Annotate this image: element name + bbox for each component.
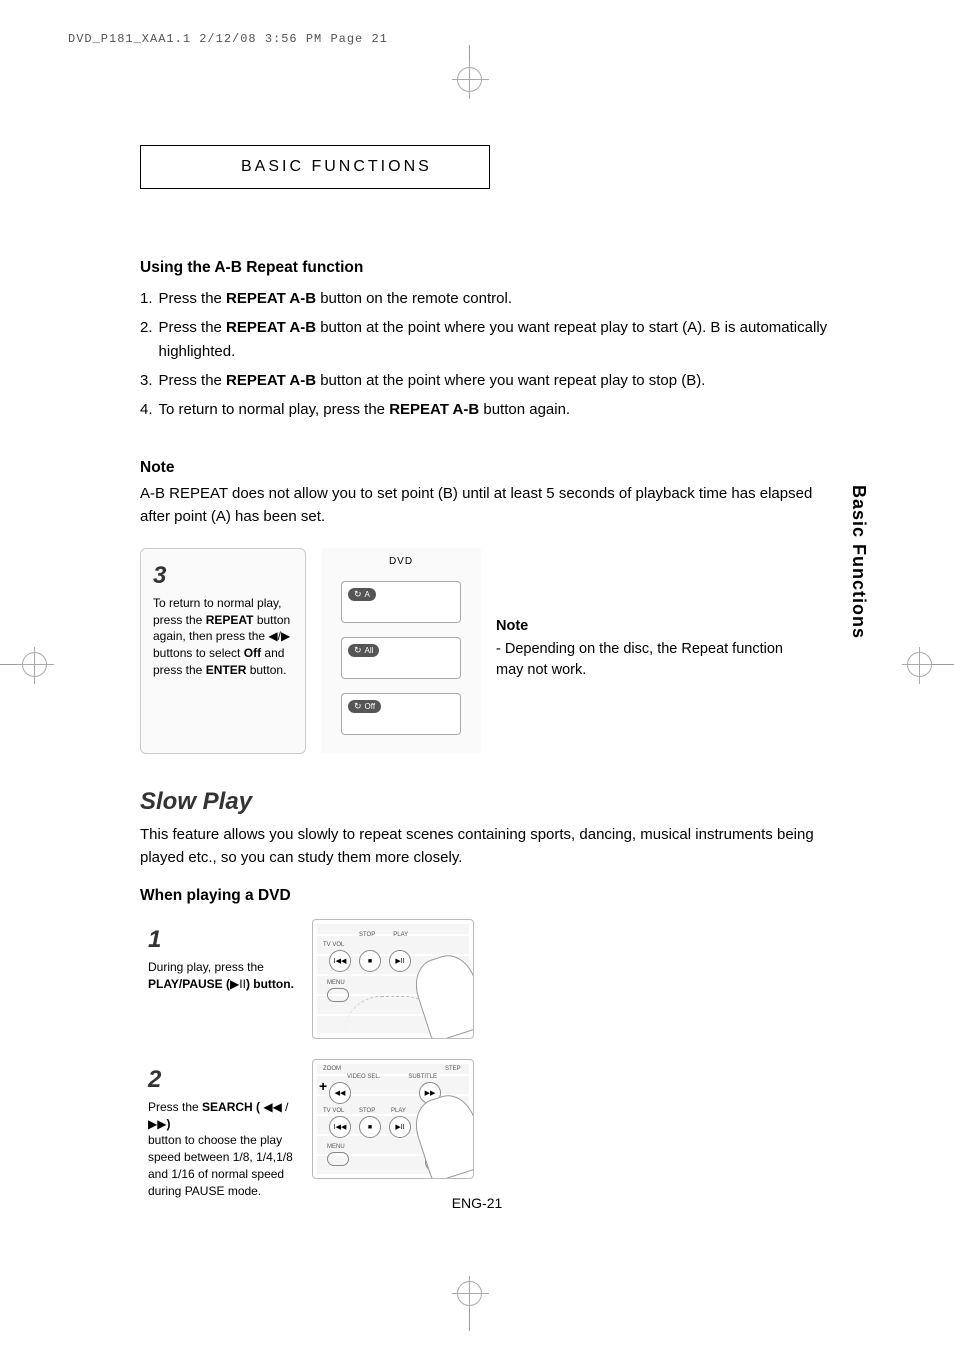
- slow-step2-num: 2: [148, 1063, 294, 1097]
- slow-step1-l1: During play, press the: [148, 959, 294, 976]
- crop-mark-top: [445, 45, 495, 95]
- play-label: PLAY: [393, 932, 408, 938]
- step3-line4: buttons to select Off and: [153, 645, 293, 662]
- step-num: 1.: [140, 287, 153, 310]
- menu-label-2: MENU: [327, 1144, 345, 1150]
- slow-step2-row: 2 Press the SEARCH ( ◀◀ /▶▶) button to c…: [140, 1059, 840, 1203]
- step-text: Press the REPEAT A-B button at the point…: [159, 369, 706, 392]
- step3-line1: To return to normal play,: [153, 595, 293, 612]
- menu-label: MENU: [327, 980, 345, 986]
- videosel-label: VIDEO SEL.: [347, 1074, 380, 1080]
- note-heading: Note: [140, 459, 840, 477]
- remote-illustration-1: STOP PLAY TV VOL I◀◀ ■ ▶II MENU RETURN: [312, 919, 474, 1039]
- slow-step1-num: 1: [148, 923, 294, 957]
- step-label: STEP: [445, 1066, 461, 1072]
- note-text: A-B REPEAT does not allow you to set poi…: [140, 483, 840, 528]
- crop-mark-left: [0, 650, 55, 680]
- pill-a: A: [348, 588, 376, 601]
- step-text: Press the REPEAT A-B button on the remot…: [159, 287, 512, 310]
- page-number: ENG-21: [0, 1195, 954, 1211]
- print-header: DVD_P181_XAA1.1 2/12/08 3:56 PM Page 21: [68, 32, 388, 46]
- step-num: 3.: [140, 369, 153, 392]
- ab-repeat-steps: 1. Press the REPEAT A-B button on the re…: [140, 287, 840, 421]
- sidebar-tab: Basic Functions: [848, 485, 869, 639]
- step-num: 4.: [140, 398, 153, 421]
- dvd-label: DVD: [389, 556, 413, 567]
- slow-step2-l3: speed between 1/8, 1/4,1/8: [148, 1149, 294, 1166]
- slow-step1-box: 1 During play, press the PLAY/PAUSE (▶II…: [140, 919, 302, 996]
- ab-repeat-heading: Using the A-B Repeat function: [140, 259, 840, 277]
- stop-label-2: STOP: [359, 1108, 375, 1114]
- stop-icon-2: ■: [359, 1116, 381, 1138]
- step3-line5: press the ENTER button.: [153, 662, 293, 679]
- screen-off: Off: [341, 693, 461, 735]
- zoom-label: ZOOM: [323, 1066, 341, 1072]
- play-pause-icon-2: ▶II: [389, 1116, 411, 1138]
- side-note-head: Note: [496, 616, 786, 637]
- remote-illustration-2: ZOOM STEP VIDEO SEL. SUBTITLE ◀◀ ▶▶ TV V…: [312, 1059, 474, 1179]
- step-num: 2.: [140, 316, 153, 363]
- play-pause-icon: ▶II: [389, 950, 411, 972]
- section-title: BASIC FUNCTIONS: [241, 158, 432, 176]
- slow-step1-l2: PLAY/PAUSE (▶II) button.: [148, 976, 294, 993]
- screen-all: All: [341, 637, 461, 679]
- side-note-text: - Depending on the disc, the Repeat func…: [496, 639, 786, 681]
- step3-row: 3 To return to normal play, press the RE…: [140, 548, 840, 754]
- rewind-icon: ◀◀: [329, 1082, 351, 1104]
- crop-mark-right: [899, 650, 954, 680]
- prev-icon-2: I◀◀: [329, 1116, 351, 1138]
- when-playing-dvd: When playing a DVD: [140, 887, 840, 905]
- step3-number: 3: [153, 559, 293, 593]
- stop-icon: ■: [359, 950, 381, 972]
- plus-icon: +: [319, 1078, 327, 1094]
- slow-step2-l1: Press the SEARCH ( ◀◀ /▶▶): [148, 1099, 294, 1133]
- pill-off: Off: [348, 700, 381, 713]
- screen-a: A: [341, 581, 461, 623]
- step3-line2: press the REPEAT button: [153, 612, 293, 629]
- slow-step2-box: 2 Press the SEARCH ( ◀◀ /▶▶) button to c…: [140, 1059, 302, 1203]
- tvvol-label-2: TV VOL: [323, 1108, 344, 1114]
- pill-all: All: [348, 644, 379, 657]
- crop-mark-bottom: [445, 1281, 495, 1331]
- step-text: To return to normal play, press the REPE…: [159, 398, 571, 421]
- heading-prefix: Using the: [140, 259, 214, 276]
- subtitle-label: SUBTITLE: [408, 1074, 437, 1080]
- section-title-box: BASIC FUNCTIONS: [140, 145, 490, 189]
- slow-play-heading: Slow Play: [140, 788, 840, 816]
- stop-label: STOP: [359, 932, 375, 938]
- ab-step-4: 4. To return to normal play, press the R…: [140, 398, 840, 421]
- ab-step-1: 1. Press the REPEAT A-B button on the re…: [140, 287, 840, 310]
- slow-step1-row: 1 During play, press the PLAY/PAUSE (▶II…: [140, 919, 840, 1039]
- play-label-2: PLAY: [391, 1108, 406, 1114]
- step3-line3: again, then press the ◀/▶: [153, 628, 293, 645]
- slow-play-text: This feature allows you slowly to repeat…: [140, 824, 840, 869]
- prev-icon: I◀◀: [329, 950, 351, 972]
- heading-bold: A-B Repeat function: [214, 259, 363, 276]
- ab-step-3: 3. Press the REPEAT A-B button at the po…: [140, 369, 840, 392]
- page-content: BASIC FUNCTIONS Using the A-B Repeat fun…: [140, 145, 840, 1224]
- side-note: Note - Depending on the disc, the Repeat…: [496, 548, 786, 754]
- step-text: Press the REPEAT A-B button at the point…: [159, 316, 840, 363]
- tvvol-label: TV VOL: [323, 942, 344, 948]
- slow-step2-l2: button to choose the play: [148, 1132, 294, 1149]
- slow-step2-l4: and 1/16 of normal speed: [148, 1166, 294, 1183]
- dvd-screens: DVD A All Off: [321, 548, 481, 754]
- step3-box: 3 To return to normal play, press the RE…: [140, 548, 306, 754]
- ab-step-2: 2. Press the REPEAT A-B button at the po…: [140, 316, 840, 363]
